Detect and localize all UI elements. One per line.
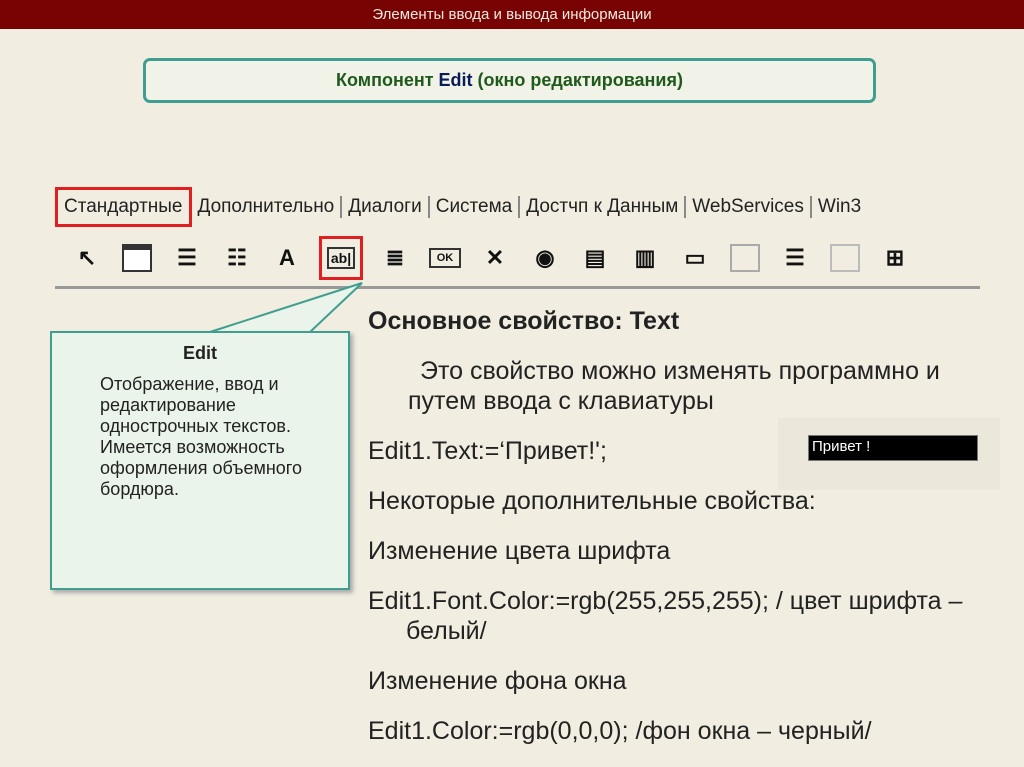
tab-win3[interactable]: Win3 <box>812 196 867 218</box>
groupbox-icon[interactable] <box>727 239 763 277</box>
edit-glyph: ab| <box>326 247 356 269</box>
callout-text: Отображение, ввод и редактирование однос… <box>100 374 302 499</box>
text-p1: Это свойство можно изменять программно и… <box>408 357 940 415</box>
text-p7: Edit1.Color:=rgb(0,0,0); /фон окна – чер… <box>368 717 872 745</box>
slide-body: Основное свойство: Text Это свойство мож… <box>368 306 1008 766</box>
main-heading: Основное свойство: Text <box>368 307 680 335</box>
radio-icon[interactable]: ◉ <box>527 239 563 277</box>
component-palette: ↖ ☰ ☷ A ab| ≣ OK ✕ ◉ ▤ ▥ ▭ ☰ ⊞ <box>55 232 980 284</box>
actionlist-icon[interactable]: ⊞ <box>877 239 913 277</box>
palette-tabs: Стандартные Дополнительно Диалоги Систем… <box>55 186 980 228</box>
tab-additional[interactable]: Дополнительно <box>192 196 343 218</box>
slide-title: Компонент Edit (окно редактирования) <box>143 58 876 103</box>
radiogroup-icon[interactable]: ☰ <box>777 239 813 277</box>
pointer-icon[interactable]: ↖ <box>69 239 105 277</box>
edit-sample-field: Привет ! <box>808 435 978 461</box>
panel-icon[interactable] <box>827 239 863 277</box>
memo-icon[interactable]: ≣ <box>377 239 413 277</box>
button-glyph: OK <box>428 248 462 268</box>
button-icon[interactable]: OK <box>427 239 463 277</box>
text-p4: Изменение цвета шрифта <box>368 537 671 565</box>
callout-box: Edit Отображение, ввод и редактирование … <box>50 331 350 590</box>
frame-icon[interactable] <box>119 239 155 277</box>
text-p3: Некоторые дополнительные свойства: <box>368 487 816 515</box>
title-prefix: Компонент <box>336 70 439 90</box>
title-suffix: (окно редактирования) <box>472 70 683 90</box>
checkbox-icon[interactable]: ✕ <box>477 239 513 277</box>
label-icon[interactable]: A <box>269 239 305 277</box>
callout-title: Edit <box>183 343 217 363</box>
tab-webservices[interactable]: WebServices <box>686 196 812 218</box>
tab-standard[interactable]: Стандартные <box>55 187 192 227</box>
combobox-icon[interactable]: ▥ <box>627 239 663 277</box>
edit-icon[interactable]: ab| <box>319 236 363 280</box>
listbox-icon[interactable]: ▤ <box>577 239 613 277</box>
tab-system[interactable]: Система <box>430 196 521 218</box>
tab-data-access[interactable]: Достчп к Данным <box>520 196 687 218</box>
text-p5: Edit1.Font.Color:=rgb(255,255,255); / цв… <box>368 587 963 645</box>
tab-dialogs[interactable]: Диалоги <box>342 196 430 218</box>
palette-divider <box>55 286 980 289</box>
main-menu-icon[interactable]: ☰ <box>169 239 205 277</box>
slide-header: Элементы ввода и вывода информации <box>0 0 1024 29</box>
edit-sample-image: Привет ! <box>778 418 1000 490</box>
scrollbar-icon[interactable]: ▭ <box>677 239 713 277</box>
popup-menu-icon[interactable]: ☷ <box>219 239 255 277</box>
text-p6: Изменение фона окна <box>368 667 627 695</box>
title-component: Edit <box>438 70 473 90</box>
